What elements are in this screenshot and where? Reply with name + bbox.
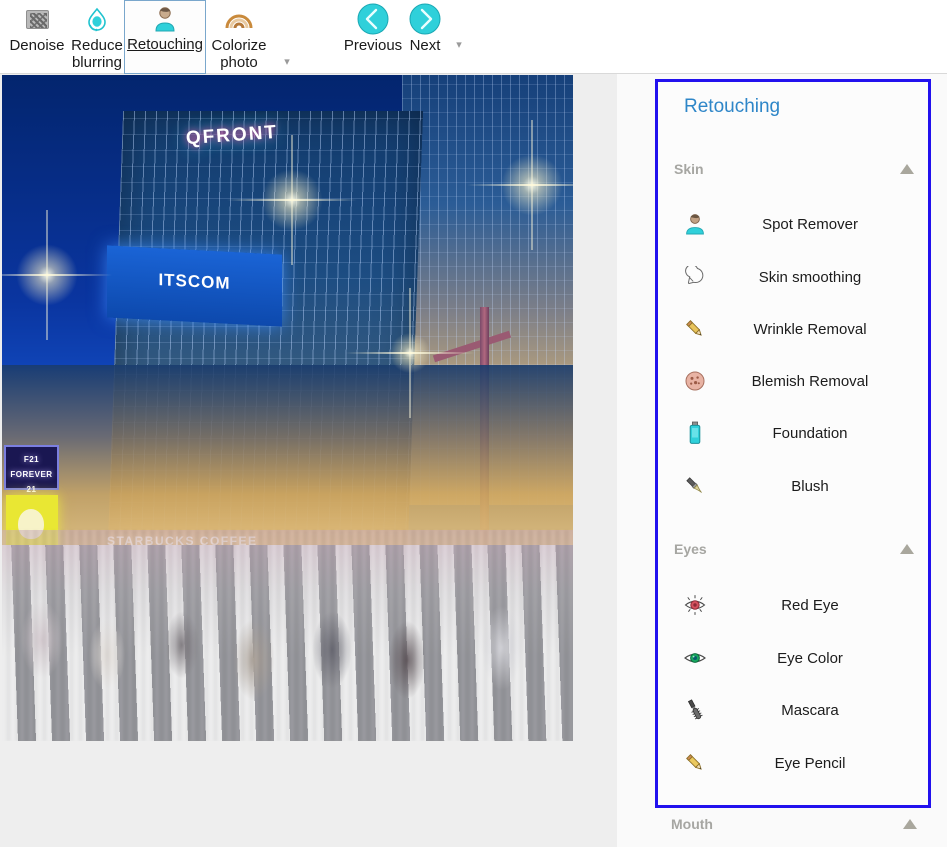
section-label-mouth: Mouth <box>671 816 713 832</box>
toolbar-button-next[interactable]: Next <box>400 2 450 54</box>
photo-lens-flare <box>257 165 327 235</box>
makeup-brush-icon <box>672 473 718 499</box>
toolbar-button-denoise[interactable]: Denoise <box>4 2 70 54</box>
caret-up-icon[interactable] <box>903 819 917 829</box>
toolbar-button-reduce-blurring[interactable]: Reduce blurring <box>68 2 126 71</box>
menu-label-blush: Blush <box>718 478 928 495</box>
menu-label-eye-color: Eye Color <box>718 650 928 667</box>
menu-label-wrinkle-removal: Wrinkle Removal <box>718 321 928 338</box>
image-canvas-area[interactable]: QFRONT ITSCOM F21 FOREVER 21 STARBUCKS C… <box>0 74 655 847</box>
section-header-mouth[interactable]: Mouth <box>655 808 931 840</box>
toolbar-label-reduce-blurring: Reduce blurring <box>71 37 123 71</box>
blemish-circle-icon <box>672 368 718 394</box>
photo-lens-flare <box>387 330 433 376</box>
photo-mid-buildings <box>2 365 573 545</box>
retouching-panel: Retouching Skin Spot Remover <box>655 79 931 808</box>
photo-preview[interactable]: QFRONT ITSCOM F21 FOREVER 21 STARBUCKS C… <box>2 75 573 741</box>
pencil-icon <box>672 750 718 776</box>
menu-label-mascara: Mascara <box>718 702 928 719</box>
smoothing-tool-icon <box>672 264 718 290</box>
photo-sign-itscom: ITSCOM <box>107 245 282 326</box>
noise-square-icon <box>26 4 49 34</box>
foundation-bottle-icon <box>672 420 718 446</box>
toolbar-button-colorize-photo[interactable]: Colorize photo <box>208 2 270 71</box>
menu-label-red-eye: Red Eye <box>718 597 928 614</box>
caret-up-icon[interactable] <box>900 544 914 554</box>
section-header-skin[interactable]: Skin <box>658 154 928 184</box>
ribbon-toolbar: Denoise Reduce blurring <box>0 0 947 74</box>
menu-item-wrinkle-removal[interactable]: Wrinkle Removal <box>658 309 928 349</box>
menu-item-skin-smoothing[interactable]: Skin smoothing <box>658 257 928 297</box>
chevron-right-circle-icon <box>409 4 441 34</box>
chevron-left-circle-icon <box>357 4 389 34</box>
person-portrait-icon <box>151 3 179 33</box>
panel-title: Retouching <box>684 96 780 118</box>
menu-item-red-eye[interactable]: Red Eye <box>658 585 928 625</box>
toolbar-label-next: Next <box>410 37 441 54</box>
menu-item-spot-remover[interactable]: Spot Remover <box>658 204 928 244</box>
toolbar-label-previous: Previous <box>344 37 402 54</box>
photo-sign-f21: F21 FOREVER 21 <box>4 445 59 490</box>
water-drop-icon <box>83 4 111 34</box>
pencil-icon <box>672 316 718 342</box>
menu-label-skin-smoothing: Skin smoothing <box>718 269 928 286</box>
section-label-skin: Skin <box>674 161 704 177</box>
toolbar-label-colorize-photo: Colorize photo <box>211 37 266 71</box>
menu-item-mascara[interactable]: Mascara <box>658 690 928 730</box>
section-header-eyes[interactable]: Eyes <box>658 534 928 564</box>
chevron-down-icon[interactable] <box>280 57 294 67</box>
application-window: Denoise Reduce blurring <box>0 0 947 847</box>
menu-label-foundation: Foundation <box>718 425 928 442</box>
chevron-down-icon[interactable] <box>452 40 466 50</box>
menu-item-foundation[interactable]: Foundation <box>658 413 928 453</box>
menu-label-spot-remover: Spot Remover <box>718 216 928 233</box>
menu-item-blemish-removal[interactable]: Blemish Removal <box>658 361 928 401</box>
rainbow-icon <box>224 4 254 34</box>
section-label-eyes: Eyes <box>674 541 707 557</box>
menu-label-blemish-removal: Blemish Removal <box>718 373 928 390</box>
photo-sign-f21-main: F21 <box>6 452 57 467</box>
toolbar-label-denoise: Denoise <box>9 37 64 54</box>
photo-crowd <box>2 530 573 741</box>
photo-lens-flare <box>12 240 82 310</box>
caret-up-icon[interactable] <box>900 164 914 174</box>
toolbar-button-previous[interactable]: Previous <box>340 2 406 54</box>
menu-item-eye-pencil[interactable]: Eye Pencil <box>658 743 928 783</box>
photo-lens-flare <box>497 150 567 220</box>
photo-sign-f21-sub: FOREVER 21 <box>6 467 57 497</box>
menu-label-eye-pencil: Eye Pencil <box>718 755 928 772</box>
toolbar-button-retouching[interactable]: Retouching <box>124 0 206 74</box>
green-eye-icon <box>672 645 718 671</box>
red-eye-icon <box>672 592 718 618</box>
toolbar-label-retouching: Retouching <box>127 36 203 53</box>
menu-item-blush[interactable]: Blush <box>658 466 928 506</box>
mascara-wand-icon <box>672 697 718 723</box>
person-portrait-icon <box>672 211 718 237</box>
menu-item-eye-color[interactable]: Eye Color <box>658 638 928 678</box>
